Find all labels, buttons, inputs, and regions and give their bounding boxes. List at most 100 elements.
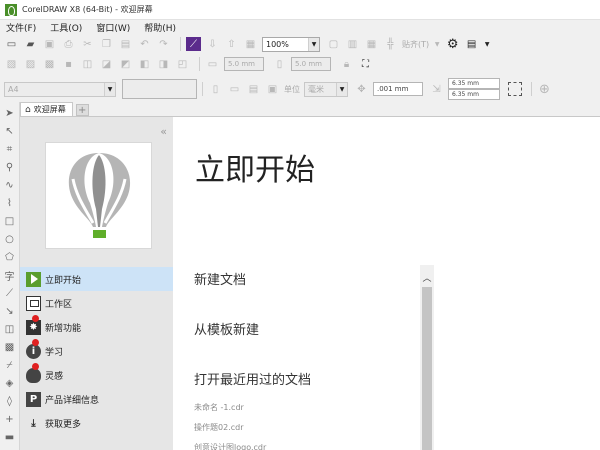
duplicate-x-field[interactable]: 6.35 mm xyxy=(448,78,500,89)
recent-file-item[interactable]: 操作题02.cdr xyxy=(194,422,244,433)
export-icon[interactable]: ⇧ xyxy=(224,37,239,51)
open-folder-icon[interactable]: ▰ xyxy=(23,37,38,51)
menu-help[interactable]: 帮助(H) xyxy=(144,21,176,34)
rectangle-tool-icon[interactable]: □ xyxy=(3,214,16,228)
show-guidelines-icon[interactable]: ╬ xyxy=(383,37,398,51)
chevron-down-icon: ▼ xyxy=(434,40,440,48)
portrait-icon[interactable]: ▯ xyxy=(208,82,223,96)
duplicate-y-field[interactable]: 6.35 mm xyxy=(448,89,500,100)
add-page-icon[interactable]: ⊕ xyxy=(537,82,552,97)
copy-icon[interactable]: ❐ xyxy=(99,37,114,51)
connector-tool-icon[interactable]: ↘ xyxy=(3,304,16,318)
width-icon: ▭ xyxy=(207,58,218,70)
object-size-field[interactable] xyxy=(122,79,197,99)
all-pages-icon[interactable]: ▤ xyxy=(246,82,261,96)
menu-tools[interactable]: 工具(O) xyxy=(50,21,82,34)
eyedropper-icon[interactable]: ⌿ xyxy=(3,358,16,372)
recent-file-item[interactable]: 未命名 -1.cdr xyxy=(194,402,244,413)
publish-pdf-icon[interactable]: ▦ xyxy=(243,37,258,51)
crop-tool-icon[interactable]: ⌗ xyxy=(3,142,16,156)
edit-bleed-icon[interactable] xyxy=(508,82,522,96)
treat-as-filled-icon[interactable]: ⛶ xyxy=(358,57,373,71)
ellipse-tool-icon[interactable]: ○ xyxy=(3,232,16,246)
cut-icon[interactable]: ✂ xyxy=(80,37,95,51)
freehand-tool-icon[interactable]: ∿ xyxy=(3,178,16,192)
drop-shadow-icon[interactable]: ◫ xyxy=(3,322,16,336)
create-boundary-icon[interactable]: ◰ xyxy=(175,57,190,71)
sidebar-item-label: 立即开始 xyxy=(45,275,82,286)
home-icon: ⌂ xyxy=(25,104,31,115)
tab-welcome-screen[interactable]: ⌂ 欢迎屏幕 xyxy=(20,102,73,116)
play-icon xyxy=(26,271,41,287)
trim-icon[interactable]: ◪ xyxy=(99,57,114,71)
new-from-template-link[interactable]: 从模板新建 xyxy=(194,319,259,338)
recent-file-item[interactable]: 创意设计图logo.cdr xyxy=(194,442,266,450)
scroll-up-arrow-icon[interactable]: ︿ xyxy=(420,271,434,284)
front-minus-back-icon[interactable]: ◨ xyxy=(156,57,171,71)
units-select[interactable]: 毫米 ▼ xyxy=(304,81,348,97)
pick-tool-icon[interactable]: ➤ xyxy=(3,106,16,120)
snap-to-label[interactable]: 贴齐(T) xyxy=(402,39,429,50)
scrollbar-thumb[interactable] xyxy=(422,287,432,450)
height-icon: ▯ xyxy=(276,58,283,70)
text-tool-icon[interactable]: 字 xyxy=(3,268,16,283)
show-rulers-icon[interactable]: ▥ xyxy=(345,37,360,51)
weld-icon[interactable]: ◫ xyxy=(80,57,95,71)
break-apart-icon[interactable]: ▪ xyxy=(61,57,76,71)
sidebar-item-workspace[interactable]: 工作区 xyxy=(20,291,173,315)
open-recent-heading[interactable]: 打开最近用过的文档 xyxy=(194,369,311,388)
width-field[interactable]: 5.0 mm xyxy=(224,57,264,71)
sidebar-item-learn[interactable]: i 学习 xyxy=(20,339,173,363)
smart-fill-icon[interactable]: ◊ xyxy=(3,394,16,408)
nudge-distance-field[interactable]: .001 mm xyxy=(373,82,423,96)
coreldraw-balloon-logo xyxy=(45,142,152,249)
zoom-tool-icon[interactable]: ⚲ xyxy=(3,160,16,174)
color-palette-icon[interactable]: ▬ xyxy=(3,430,16,444)
sidebar-item-get-more[interactable]: ⤓ 获取更多 xyxy=(20,411,173,435)
settings-gear-icon[interactable]: ⚙ xyxy=(445,37,460,52)
new-document-link[interactable]: 新建文档 xyxy=(194,269,246,288)
redo-icon[interactable]: ↷ xyxy=(156,37,171,51)
combine-icon[interactable]: ▩ xyxy=(42,57,57,71)
intersect-icon[interactable]: ◩ xyxy=(118,57,133,71)
import-icon[interactable]: ⇩ xyxy=(205,37,220,51)
show-grid-icon[interactable]: ▦ xyxy=(364,37,379,51)
new-tab-plus-icon[interactable]: + xyxy=(75,104,89,116)
coreldraw-logo-icon xyxy=(5,3,17,16)
sidebar-item-get-started[interactable]: 立即开始 xyxy=(20,267,173,291)
print-icon[interactable]: ⎙ xyxy=(61,37,76,51)
object-type-select[interactable]: A4 ▼ xyxy=(4,81,116,97)
menu-file[interactable]: 文件(F) xyxy=(6,21,36,34)
landscape-icon[interactable]: ▭ xyxy=(227,82,242,96)
group-icon[interactable]: ▧ xyxy=(4,57,19,71)
paste-icon[interactable]: ▤ xyxy=(118,37,133,51)
sidebar-item-whats-new[interactable]: ✸ 新增功能 xyxy=(20,315,173,339)
artistic-media-icon[interactable]: ⌇ xyxy=(3,196,16,210)
new-document-icon[interactable]: ▭ xyxy=(4,37,19,51)
simplify-icon[interactable]: ◧ xyxy=(137,57,152,71)
lock-ratio-icon[interactable]: 🔒︎ xyxy=(339,57,354,71)
undo-icon[interactable]: ↶ xyxy=(137,37,152,51)
full-screen-icon[interactable]: ▢ xyxy=(326,37,341,51)
save-icon[interactable]: ▣ xyxy=(42,37,57,51)
polygon-tool-icon[interactable]: ⬠ xyxy=(3,250,16,264)
ungroup-icon[interactable]: ▨ xyxy=(23,57,38,71)
recent-list-scrollbar[interactable]: ︿ xyxy=(420,265,434,450)
sidebar-item-product-details[interactable]: P 产品详细信息 xyxy=(20,387,173,411)
current-page-icon[interactable]: ▣ xyxy=(265,82,280,96)
add-tool-icon[interactable]: + xyxy=(3,412,16,426)
interactive-fill-icon[interactable]: ◈ xyxy=(3,376,16,390)
parallel-dimension-icon[interactable]: ⟋ xyxy=(3,286,16,300)
collapse-sidebar-icon[interactable]: « xyxy=(160,125,167,138)
document-tab-strip: ⌂ 欢迎屏幕 + xyxy=(20,102,600,117)
application-launcher-icon[interactable]: ▤ xyxy=(464,37,479,51)
zoom-level-select[interactable]: 100% ▼ xyxy=(262,36,320,52)
shape-tool-icon[interactable]: ↖ xyxy=(3,124,16,138)
menu-bar: 文件(F) 工具(O) 窗口(W) 帮助(H) xyxy=(0,20,600,34)
search-content-icon[interactable]: ⟋ xyxy=(186,37,201,51)
workspace-icon xyxy=(26,295,41,311)
menu-window[interactable]: 窗口(W) xyxy=(96,21,130,34)
transparency-tool-icon[interactable]: ▩ xyxy=(3,340,16,354)
height-field[interactable]: 5.0 mm xyxy=(291,57,331,71)
sidebar-item-inspiration[interactable]: 灵感 xyxy=(20,363,173,387)
